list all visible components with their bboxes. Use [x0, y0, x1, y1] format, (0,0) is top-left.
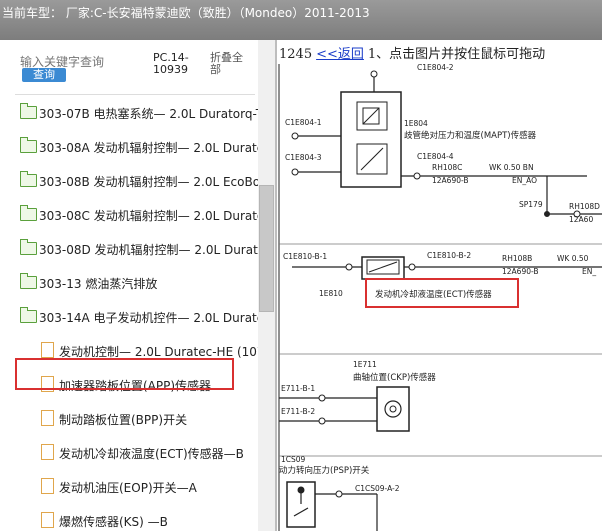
document-icon	[41, 478, 54, 494]
instruction-text: 1、点击图片并按住鼠标可拖动	[367, 47, 546, 62]
viewer-pane: 1245 <<返回 1、点击图片并按住鼠标可拖动 C1E804-2 C1E804-1…	[277, 40, 602, 531]
folder-icon	[20, 103, 37, 119]
viewer-nav: 1245 <<返回 1、点击图片并按住鼠标可拖动	[279, 43, 545, 62]
pin-label: C1E810-B-1	[283, 252, 327, 261]
wire-label: RH108B	[502, 254, 532, 263]
component-name: 歧管绝对压力和温度(MAPT)传感器	[404, 130, 537, 141]
wire-label: 12A690-B	[502, 267, 539, 276]
pin-label: E711-B-1	[281, 384, 315, 393]
wire-label: WK 0.50 BN	[489, 163, 534, 172]
tree-item[interactable]: 303-08A 发动机辐射控制— 2.0L Duratec-HE	[0, 130, 258, 164]
wire-label: WK 0.50	[557, 254, 589, 263]
component-name: 动力转向压力(PSP)开关	[279, 465, 370, 476]
pin-label: C1CS09-A-2	[355, 484, 400, 493]
tree-item-label: 303-08B 发动机辐射控制— 2.0L EcoBoost	[39, 175, 258, 189]
wire-label: EN_	[582, 267, 596, 276]
tree-item-label: 303-13 燃油蒸汽排放	[39, 277, 158, 291]
tree-item-label: 发动机油压(EOP)开关—A	[59, 481, 197, 495]
wire-label: 12A690-B	[432, 176, 469, 185]
search-area: 查询 PC.14-10939 折叠全部 X	[0, 40, 275, 94]
title-bar: 当前车型： 厂家:C-长安福特蒙迪欧（致胜）（Mondeo）2011-2013	[0, 0, 602, 40]
wire-label: RH108C	[432, 163, 462, 172]
tree-item-label: 制动踏板位置(BPP)开关	[59, 413, 188, 427]
pin-label: C1E804-3	[285, 153, 322, 162]
splice-label: SP179	[519, 200, 543, 209]
component-id: 1E804	[404, 119, 428, 128]
window-title: 当前车型： 厂家:C-长安福特蒙迪欧（致胜）（Mondeo）2011-2013	[2, 6, 370, 20]
folder-icon	[20, 137, 37, 153]
component-id: 1E711	[353, 360, 377, 369]
document-code: PC.14-10939	[153, 51, 189, 76]
tree-item-label: 303-08D 发动机辐射控制— 2.0L Duratorq	[39, 243, 258, 257]
back-link[interactable]: <<返回	[316, 47, 364, 62]
tree-item[interactable]: 303-13 燃油蒸汽排放	[0, 266, 258, 300]
collapse-all-button[interactable]: 折叠全部	[210, 52, 252, 76]
pin-label: C1E804-1	[285, 118, 322, 127]
wire-label: 12A60	[569, 215, 593, 224]
pin-label: C1E810-B-2	[427, 251, 471, 260]
selection-highlight	[15, 358, 234, 390]
document-icon	[41, 342, 54, 358]
tree-item[interactable]: 303-07B 电热塞系统— 2.0L Duratorq-TDCi	[0, 96, 258, 130]
document-icon	[41, 410, 54, 426]
separator	[15, 94, 255, 95]
tree-item-label: 303-08A 发动机辐射控制— 2.0L Duratec-HE	[39, 141, 258, 155]
pin-label: E711-B-2	[281, 407, 315, 416]
pin-label: C1E804-2	[417, 64, 454, 72]
folder-open-icon	[20, 307, 37, 323]
tree-scrollbar-thumb[interactable]	[259, 185, 274, 312]
tree-item[interactable]: 爆燃传感器(KS) —B	[0, 504, 258, 531]
tree-item[interactable]: 303-08C 发动机辐射控制— 2.0L Duratorq	[0, 198, 258, 232]
tree-item[interactable]: 303-08B 发动机辐射控制— 2.0L EcoBoost	[0, 164, 258, 198]
wire-label: EN_AO	[512, 176, 537, 185]
document-icon	[41, 444, 54, 460]
page-number: 1245	[279, 47, 313, 62]
folder-icon	[20, 205, 37, 221]
pin-label: C1E804-4	[417, 152, 454, 161]
search-button[interactable]: 查询	[22, 68, 66, 82]
tree-item-label: 爆燃传感器(KS) —B	[59, 515, 168, 529]
tree-item-selected[interactable]: 303-14A 电子发动机控件— 2.0L Duratec-HE	[0, 300, 258, 334]
component-id: 1CS09	[281, 455, 306, 464]
tree-item[interactable]: 303-08D 发动机辐射控制— 2.0L Duratorq	[0, 232, 258, 266]
tree-item[interactable]: 发动机油压(EOP)开关—A	[0, 470, 258, 504]
left-pane: 查询 PC.14-10939 折叠全部 X 303-07B 电热塞系统— 2.0…	[0, 40, 275, 531]
folder-icon	[20, 239, 37, 255]
component-name: 发动机冷却液温度(ECT)传感器	[375, 289, 492, 300]
tree-item-label: 发动机冷却液温度(ECT)传感器—B	[59, 447, 244, 461]
component-name: 曲轴位置(CKP)传感器	[353, 372, 436, 383]
tree-item[interactable]: 发动机冷却液温度(ECT)传感器—B	[0, 436, 258, 470]
wire-label: RH108D	[569, 202, 600, 211]
tree-item[interactable]: 制动踏板位置(BPP)开关	[0, 402, 258, 436]
tree-item-label: 303-07B 电热塞系统— 2.0L Duratorq-TDCi	[39, 107, 258, 121]
tree-item-label: 303-08C 发动机辐射控制— 2.0L Duratorq	[39, 209, 258, 223]
wiring-diagram[interactable]: C1E804-2 C1E804-1 C1E804-3 1E804 歧管绝对压力和…	[277, 64, 602, 531]
tree-view: 303-07B 电热塞系统— 2.0L Duratorq-TDCi 303-08…	[0, 96, 258, 531]
folder-icon	[20, 273, 37, 289]
document-icon	[41, 512, 54, 528]
tree-item-label: 303-14A 电子发动机控件— 2.0L Duratec-HE	[39, 311, 258, 325]
folder-icon	[20, 171, 37, 187]
component-id: 1E810	[319, 289, 343, 298]
